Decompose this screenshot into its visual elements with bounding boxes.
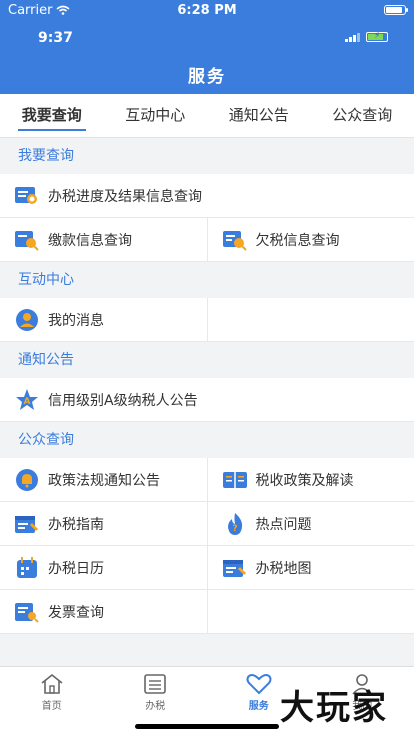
list-icon xyxy=(144,674,167,694)
item-tax-progress-query[interactable]: 办税进度及结果信息查询 xyxy=(0,174,414,217)
empty-cell xyxy=(206,298,414,341)
home-indicator xyxy=(135,724,279,729)
list-row: 办税进度及结果信息查询 xyxy=(0,174,414,218)
list-row: 发票查询 xyxy=(0,590,414,634)
svg-text:?: ? xyxy=(232,524,237,534)
tabbar-home[interactable]: 首页 xyxy=(0,667,104,736)
item-hot-issues[interactable]: ? 热点问题 xyxy=(206,502,414,545)
bell-icon xyxy=(14,468,40,492)
list-row: 我的消息 xyxy=(0,298,414,342)
item-tax-map[interactable]: 办税地图 xyxy=(206,546,414,589)
wifi-icon xyxy=(56,5,70,15)
star-a-icon: A xyxy=(14,388,40,412)
item-label: 税收政策及解读 xyxy=(255,472,354,489)
charging-battery-icon: ⚡ xyxy=(366,31,388,42)
book-icon xyxy=(222,468,248,492)
tab-notice[interactable]: 通知公告 xyxy=(207,94,311,137)
item-invoice-query[interactable]: 发票查询 xyxy=(0,590,207,633)
list-row: 缴款信息查询 欠税信息查询 xyxy=(0,218,414,262)
tab-query[interactable]: 我要查询 xyxy=(0,94,104,137)
arrears-search-icon xyxy=(222,228,248,252)
list-row: 办税指南 ? 热点问题 xyxy=(0,502,414,546)
list-row: A 信用级别A级纳税人公告 xyxy=(0,378,414,422)
carrier-label: Carrier xyxy=(8,2,53,18)
item-label: 欠税信息查询 xyxy=(255,232,340,249)
section-title-notice: 通知公告 xyxy=(0,342,414,378)
inner-status-time: 9:37 xyxy=(38,30,73,46)
empty-cell xyxy=(206,590,414,633)
list-row: 政策法规通知公告 税收政策及解读 xyxy=(0,458,414,502)
top-tabs: 我要查询 互动中心 通知公告 公众查询 xyxy=(0,94,414,138)
item-tax-policy[interactable]: 税收政策及解读 xyxy=(206,458,414,501)
tab-public[interactable]: 公众查询 xyxy=(311,94,414,137)
flame-icon: ? xyxy=(222,512,248,536)
home-icon xyxy=(41,673,63,694)
item-label: 信用级别A级纳税人公告 xyxy=(48,392,198,409)
section-title-public: 公众查询 xyxy=(0,422,414,458)
status-bar: Carrier 6:28 PM xyxy=(0,0,414,20)
calendar-icon xyxy=(14,556,40,580)
item-label: 缴款信息查询 xyxy=(48,232,132,249)
payment-search-icon xyxy=(14,228,40,252)
item-label: 我的消息 xyxy=(48,312,104,329)
carrier-group: Carrier xyxy=(8,3,70,18)
map-document-icon xyxy=(222,556,248,580)
svg-text:A: A xyxy=(24,397,31,407)
item-tax-guide[interactable]: 办税指南 xyxy=(0,502,207,545)
user-message-icon xyxy=(14,308,40,332)
item-label: 办税进度及结果信息查询 xyxy=(48,188,202,205)
page-title: 服务 xyxy=(188,67,226,87)
list-row: 办税日历 办税地图 xyxy=(0,546,414,590)
item-policy-notice[interactable]: 政策法规通知公告 xyxy=(0,458,207,501)
watermark: 大玩家 xyxy=(280,688,388,728)
tab-interaction[interactable]: 互动中心 xyxy=(104,94,208,137)
signal-icon xyxy=(345,32,360,42)
item-label: 办税地图 xyxy=(255,560,312,577)
item-payment-query[interactable]: 缴款信息查询 xyxy=(0,218,207,261)
item-credit-a-notice[interactable]: A 信用级别A级纳税人公告 xyxy=(0,378,414,421)
item-label: 办税日历 xyxy=(48,560,104,577)
item-label: 发票查询 xyxy=(48,604,104,621)
tabbar-label: 服务 xyxy=(248,701,269,712)
tabbar-label: 办税 xyxy=(145,701,166,712)
heart-icon xyxy=(246,674,272,695)
section-title-query: 我要查询 xyxy=(0,138,414,174)
content-list: 我要查询 办税进度及结果信息查询 缴款信息查询 欠税信息查询 互动中心 我的消息… xyxy=(0,138,414,666)
item-tax-calendar[interactable]: 办税日历 xyxy=(0,546,207,589)
item-my-messages[interactable]: 我的消息 xyxy=(0,298,207,341)
item-label: 热点问题 xyxy=(255,516,312,533)
document-search-icon xyxy=(14,184,40,208)
app-header: 9:37 ⚡ 服务 xyxy=(0,20,414,94)
item-label: 办税指南 xyxy=(48,516,104,533)
section-title-interaction: 互动中心 xyxy=(0,262,414,298)
tabbar-label: 首页 xyxy=(41,701,62,712)
inner-status-icons: ⚡ xyxy=(345,31,388,42)
item-label: 政策法规通知公告 xyxy=(48,472,160,489)
battery-icon xyxy=(384,5,408,15)
item-arrears-query[interactable]: 欠税信息查询 xyxy=(206,218,414,261)
invoice-search-icon xyxy=(14,600,40,624)
guide-calendar-icon xyxy=(14,512,40,536)
